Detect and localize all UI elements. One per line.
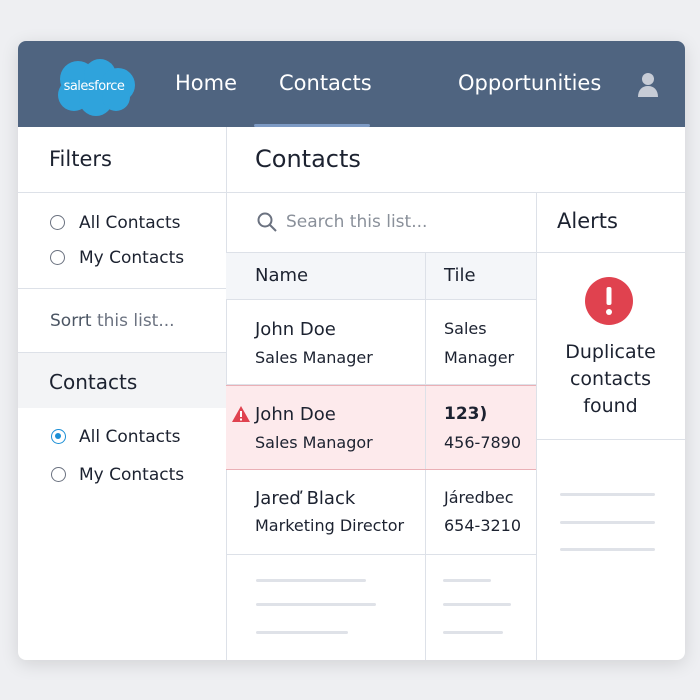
contact-name[interactable]: John Doe xyxy=(255,319,336,340)
top-nav: salesforce Home Contacts Opportunities xyxy=(18,41,685,127)
my-contacts-radio[interactable] xyxy=(51,467,66,482)
filter-my-contacts-label[interactable]: My Contacts xyxy=(79,248,184,268)
contact-tile: Járedbec xyxy=(444,488,514,507)
filter-all-contacts-label[interactable]: All Contacts xyxy=(79,213,180,233)
app-window: salesforce Home Contacts Opportunities F… xyxy=(18,41,685,660)
contact-role: Sales Managor xyxy=(255,433,373,452)
placeholder-line xyxy=(560,521,655,524)
contact-role: Sales Manager xyxy=(255,348,373,367)
contact-tile-2: Manager xyxy=(444,348,515,367)
filter-all-contacts-radio[interactable] xyxy=(50,215,65,230)
contact-tile-2: 456-7890 xyxy=(444,433,522,452)
contacts-section-title: Contacts xyxy=(49,370,138,394)
search-icon xyxy=(257,212,277,232)
placeholder-line xyxy=(443,631,503,634)
user-avatar-icon[interactable] xyxy=(637,71,659,99)
filter-my-contacts-radio[interactable] xyxy=(50,250,65,265)
all-contacts-label[interactable]: All Contacts xyxy=(79,427,180,447)
my-contacts-label[interactable]: My Contacts xyxy=(79,465,184,485)
contact-role: Marketing Director xyxy=(255,516,405,535)
table-row[interactable] xyxy=(226,300,536,385)
sort-list-link[interactable]: Sorrt this list... xyxy=(50,311,175,331)
alerts-title: Alerts xyxy=(557,209,618,233)
alert-line: found xyxy=(583,395,638,417)
search-input[interactable]: Search this list... xyxy=(286,212,427,232)
table-row[interactable] xyxy=(226,470,536,555)
placeholder-line xyxy=(256,603,376,606)
nav-opportunities[interactable]: Opportunities xyxy=(458,71,601,95)
duplicate-alert-message[interactable]: Duplicate contacts found xyxy=(536,339,685,420)
alert-line: Duplicate xyxy=(565,341,656,363)
warning-icon xyxy=(232,406,250,422)
contact-tile-2: 654-3210 xyxy=(444,516,522,535)
placeholder-line xyxy=(256,631,348,634)
placeholder-line xyxy=(443,579,491,582)
placeholder-line xyxy=(443,603,511,606)
page-title: Contacts xyxy=(255,145,361,173)
placeholder-line xyxy=(560,548,655,551)
contact-name[interactable]: Jareď Black xyxy=(255,488,355,509)
placeholder-line xyxy=(256,579,366,582)
placeholder-line xyxy=(560,493,655,496)
duplicate-table-row[interactable] xyxy=(226,385,536,470)
error-icon xyxy=(585,277,633,325)
salesforce-logo[interactable]: salesforce xyxy=(52,57,136,117)
contact-tile: Sales xyxy=(444,319,487,338)
nav-contacts[interactable]: Contacts xyxy=(279,71,372,95)
column-header-tile[interactable]: Tile xyxy=(444,265,476,286)
contact-name[interactable]: John Doe xyxy=(255,404,336,425)
all-contacts-radio[interactable] xyxy=(51,429,66,444)
filters-title: Filters xyxy=(49,147,112,171)
contact-tile: 123) xyxy=(444,404,488,424)
nav-home[interactable]: Home xyxy=(175,71,237,95)
active-tab-indicator xyxy=(254,124,370,127)
column-header-name[interactable]: Name xyxy=(255,265,308,286)
alert-line: contacts xyxy=(569,368,651,390)
